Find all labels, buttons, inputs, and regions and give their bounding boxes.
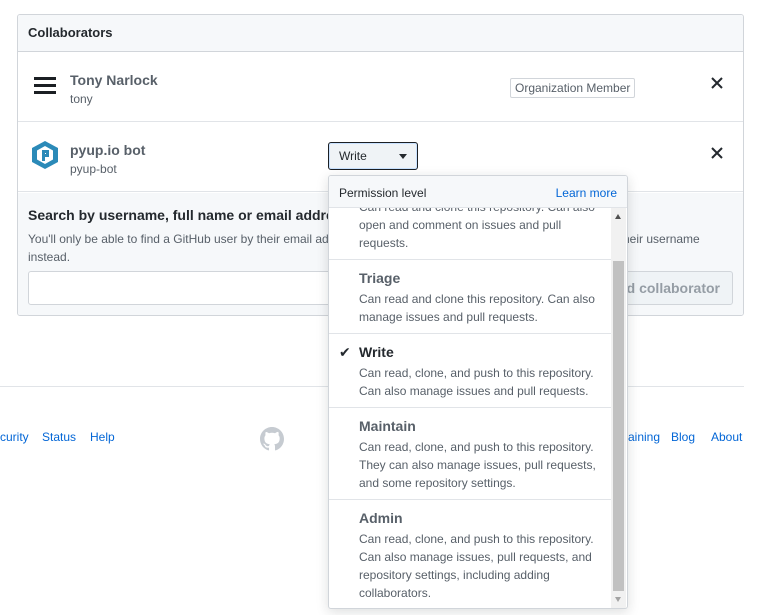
permission-option-desc: Can read, clone, and push to this reposi… — [359, 532, 594, 600]
collaborator-row: Tony Narlock tony Organization Member — [18, 52, 743, 122]
footer-link-status[interactable]: Status — [42, 430, 76, 444]
permission-level-menu: Permission level Learn more Can read and… — [328, 175, 628, 609]
permission-option-title: Write — [359, 344, 394, 360]
scroll-up-arrow-icon[interactable] — [615, 214, 621, 219]
menu-title: Permission level — [339, 186, 427, 200]
scrollbar-thumb[interactable] — [613, 261, 624, 591]
permission-option-desc: Can read, clone, and push to this reposi… — [359, 366, 594, 398]
permission-option-title: Maintain — [359, 418, 416, 434]
checkmark-icon: ✔ — [339, 344, 351, 360]
permission-option-maintain[interactable]: Maintain Can read, clone, and push to th… — [329, 408, 613, 500]
search-note-line1: You'll only be able to find a GitHub use… — [28, 232, 329, 246]
collaborator-login: pyup-bot — [70, 162, 117, 176]
permission-select-label: Write — [339, 149, 367, 163]
permission-option-desc: Can read and clone this repository. Can … — [359, 208, 595, 250]
pyup-logo-avatar-icon — [32, 141, 58, 169]
footer-link-blog[interactable]: Blog — [671, 430, 695, 444]
permission-option-read[interactable]: Can read and clone this repository. Can … — [329, 208, 613, 260]
footer-link-training[interactable]: aining — [628, 430, 660, 444]
permission-option-desc: Can read and clone this repository. Can … — [359, 292, 595, 324]
collaborator-search-input[interactable] — [28, 271, 338, 305]
organization-member-badge: Organization Member — [510, 78, 636, 98]
footer-link-security[interactable]: curity — [0, 430, 29, 444]
permission-option-title: Admin — [359, 510, 403, 526]
permission-option-title: Triage — [359, 270, 401, 286]
hamburger-avatar-icon — [34, 77, 56, 94]
collaborator-name[interactable]: Tony Narlock — [70, 72, 158, 88]
footer-link-about[interactable]: About — [711, 430, 742, 444]
search-note-line2: instead. — [28, 250, 71, 264]
github-logo-icon[interactable] — [260, 427, 284, 451]
permission-option-desc: Can read, clone, and push to this reposi… — [359, 440, 596, 490]
search-title: Search by username, full name or email a… — [28, 207, 350, 223]
learn-more-link[interactable]: Learn more — [556, 186, 617, 200]
permission-select-button[interactable]: Write — [328, 142, 418, 170]
caret-down-icon — [399, 154, 407, 159]
permission-list: Can read and clone this repository. Can … — [329, 208, 613, 608]
remove-collaborator-close-icon[interactable] — [710, 146, 724, 160]
search-note-line1-right: heir username — [623, 232, 700, 246]
collaborator-name[interactable]: pyup.io bot — [70, 142, 145, 158]
collaborators-header: Collaborators — [18, 15, 743, 52]
permission-option-write[interactable]: ✔ Write Can read, clone, and push to thi… — [329, 334, 613, 408]
scroll-down-arrow-icon[interactable] — [615, 597, 621, 602]
menu-scrollbar[interactable] — [611, 208, 626, 608]
remove-collaborator-close-icon[interactable] — [710, 76, 724, 90]
collaborator-login: tony — [70, 92, 93, 106]
permission-option-admin[interactable]: Admin Can read, clone, and push to this … — [329, 500, 613, 608]
menu-header: Permission level Learn more — [329, 176, 627, 208]
footer-link-help[interactable]: Help — [90, 430, 115, 444]
permission-option-triage[interactable]: Triage Can read and clone this repositor… — [329, 260, 613, 334]
